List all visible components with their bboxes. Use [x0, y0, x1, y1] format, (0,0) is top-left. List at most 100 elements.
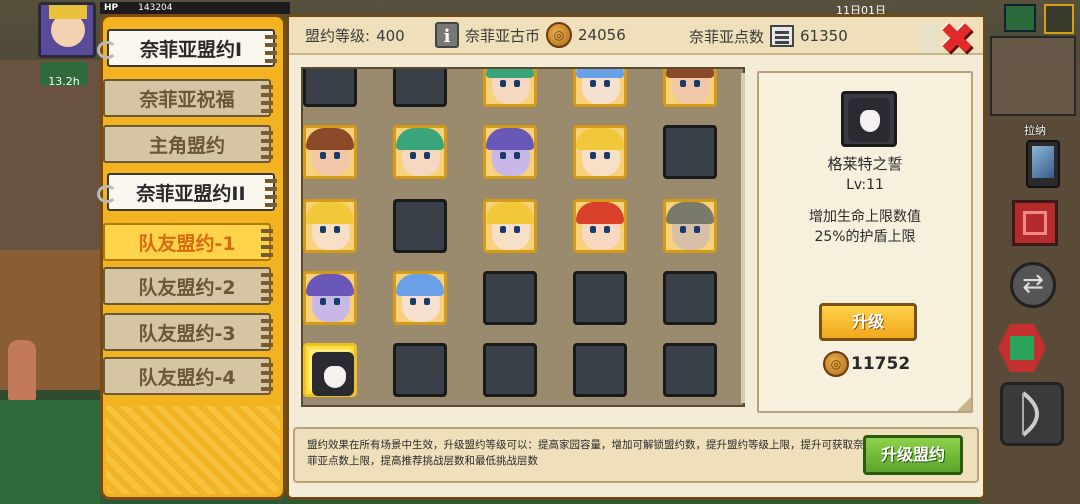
portrait-hair: [306, 128, 354, 150]
swap-icon[interactable]: ⇄: [1010, 262, 1056, 308]
tab-covenant-2[interactable]: 奈菲亚盟约II: [97, 173, 277, 211]
covenant-tab-column: 奈菲亚盟约I 奈菲亚祝福 主角盟约 奈菲亚盟约II 队友盟约-1 队友盟约-2 …: [97, 14, 286, 500]
portrait-eye: [604, 226, 610, 233]
portrait-hair: [396, 128, 444, 150]
portrait-eye: [680, 226, 686, 233]
covenant-level: 盟约等级: 400: [305, 25, 405, 46]
coin-value: 24056: [578, 26, 626, 44]
phone-icon[interactable]: [1026, 140, 1060, 188]
portrait-eye: [424, 152, 430, 159]
portrait-hair: [486, 69, 534, 78]
covenant-description: 盟约效果在所有场景中生效，升级盟约等级可以：提高家园容量，增加可解锁盟约数，提升…: [307, 439, 864, 467]
empty-slot[interactable]: [483, 271, 537, 325]
empty-slot[interactable]: [393, 199, 447, 253]
tab-teammate-2[interactable]: 队友盟约-2: [103, 267, 273, 305]
teammate-portrait[interactable]: [393, 125, 447, 179]
points-label: 奈菲亚点数: [689, 27, 765, 46]
portrait-hair: [486, 128, 534, 150]
empty-slot[interactable]: [663, 271, 717, 325]
teammate-portrait[interactable]: [483, 69, 537, 107]
tab-label: 奈菲亚盟约I: [139, 38, 243, 61]
empty-slot[interactable]: [663, 125, 717, 179]
portrait-hair: [486, 202, 534, 224]
tab-teammate-4[interactable]: 队友盟约-4: [103, 357, 273, 395]
mask-shape: [324, 366, 346, 388]
coin-icon: ◎: [823, 351, 849, 377]
portrait-eye: [334, 226, 340, 233]
empty-slot[interactable]: [393, 69, 447, 107]
tab-label: 奈菲亚盟约II: [136, 182, 246, 205]
info-icon[interactable]: i: [435, 22, 459, 48]
upgrade-covenant-button[interactable]: 升级盟约: [863, 435, 963, 475]
empty-slot[interactable]: [483, 343, 537, 397]
grid-scrollbar[interactable]: [741, 73, 745, 403]
portrait-eye: [514, 80, 520, 87]
portrait-hair: [576, 202, 624, 224]
rune-box-icon[interactable]: [1012, 200, 1058, 246]
mask-shape: [860, 110, 880, 132]
teammate-portrait[interactable]: [303, 199, 357, 253]
portrait-eye: [604, 80, 610, 87]
tab-edge-icon: [261, 273, 273, 301]
portrait-eye: [514, 226, 520, 233]
teammate-portrait[interactable]: [483, 199, 537, 253]
empty-slot[interactable]: [573, 271, 627, 325]
ancient-coin: i 奈菲亚古币 ◎ 24056: [435, 22, 626, 48]
portrait-eye: [320, 226, 326, 233]
bow-icon[interactable]: [1000, 382, 1064, 446]
hp-label: HP: [104, 3, 119, 13]
teammate-portrait[interactable]: [303, 271, 357, 325]
portrait-eye: [500, 226, 506, 233]
tab-blessing[interactable]: 奈菲亚祝福: [103, 79, 273, 117]
teammate-portrait-selected[interactable]: [303, 343, 357, 397]
portrait-eye: [680, 80, 686, 87]
teammate-portrait[interactable]: [393, 271, 447, 325]
tab-label: 队友盟约-3: [138, 322, 236, 345]
teammate-portrait[interactable]: [573, 69, 627, 107]
empty-slot[interactable]: [303, 69, 357, 107]
close-button[interactable]: ✖: [937, 18, 977, 62]
portrait-eye: [424, 298, 430, 305]
timer-badge: 13.2h: [40, 62, 88, 88]
tab-edge-icon: [265, 179, 277, 207]
portrait-eye: [320, 298, 326, 305]
teammate-portrait[interactable]: [663, 69, 717, 107]
timer-text: 13.2h: [48, 75, 80, 88]
portrait-hair: [666, 69, 714, 78]
portrait-eye: [694, 80, 700, 87]
teammate-portrait[interactable]: [573, 125, 627, 179]
detail-panel: 格莱特之誓 Lv:11 增加生命上限数值 25%的护盾上限 升级 ◎ 11752: [757, 71, 973, 413]
exit-icon[interactable]: [1044, 4, 1074, 34]
portrait-hair: [576, 69, 624, 78]
level-value: 400: [376, 26, 405, 45]
tab-label: 队友盟约-4: [138, 366, 236, 389]
minimap[interactable]: [990, 36, 1076, 116]
empty-slot[interactable]: [663, 343, 717, 397]
tab-hero-covenant[interactable]: 主角盟约: [103, 125, 273, 163]
tab-label: 主角盟约: [148, 134, 225, 157]
teammate-portrait[interactable]: [483, 125, 537, 179]
teammate-portrait[interactable]: [303, 125, 357, 179]
teammate-portrait[interactable]: [663, 199, 717, 253]
teammate-portrait[interactable]: [573, 199, 627, 253]
portrait-eye: [334, 152, 340, 159]
empty-slot[interactable]: [393, 343, 447, 397]
description-bar: 盟约效果在所有场景中生效，升级盟约等级可以：提高家园容量，增加可解锁盟约数，提升…: [293, 427, 979, 483]
portrait-eye: [514, 152, 520, 159]
player-avatar[interactable]: [38, 2, 96, 58]
upgrade-button[interactable]: 升级: [819, 303, 917, 341]
portrait-eye: [590, 152, 596, 159]
tab-teammate-3[interactable]: 队友盟约-3: [103, 313, 273, 351]
points-value: 61350: [800, 27, 848, 45]
portrait-hair: [666, 202, 714, 224]
portrait-eye: [590, 226, 596, 233]
tab-label: 奈菲亚祝福: [139, 88, 235, 111]
empty-slot[interactable]: [573, 343, 627, 397]
tab-label: 队友盟约-2: [138, 276, 236, 299]
portrait-eye: [500, 80, 506, 87]
tab-edge-icon: [265, 35, 277, 63]
tab-covenant-1[interactable]: 奈菲亚盟约I: [97, 29, 277, 67]
network-icon[interactable]: [1004, 4, 1036, 32]
tab-teammate-1[interactable]: 队友盟约-1: [103, 223, 273, 261]
portrait-eye: [410, 152, 416, 159]
